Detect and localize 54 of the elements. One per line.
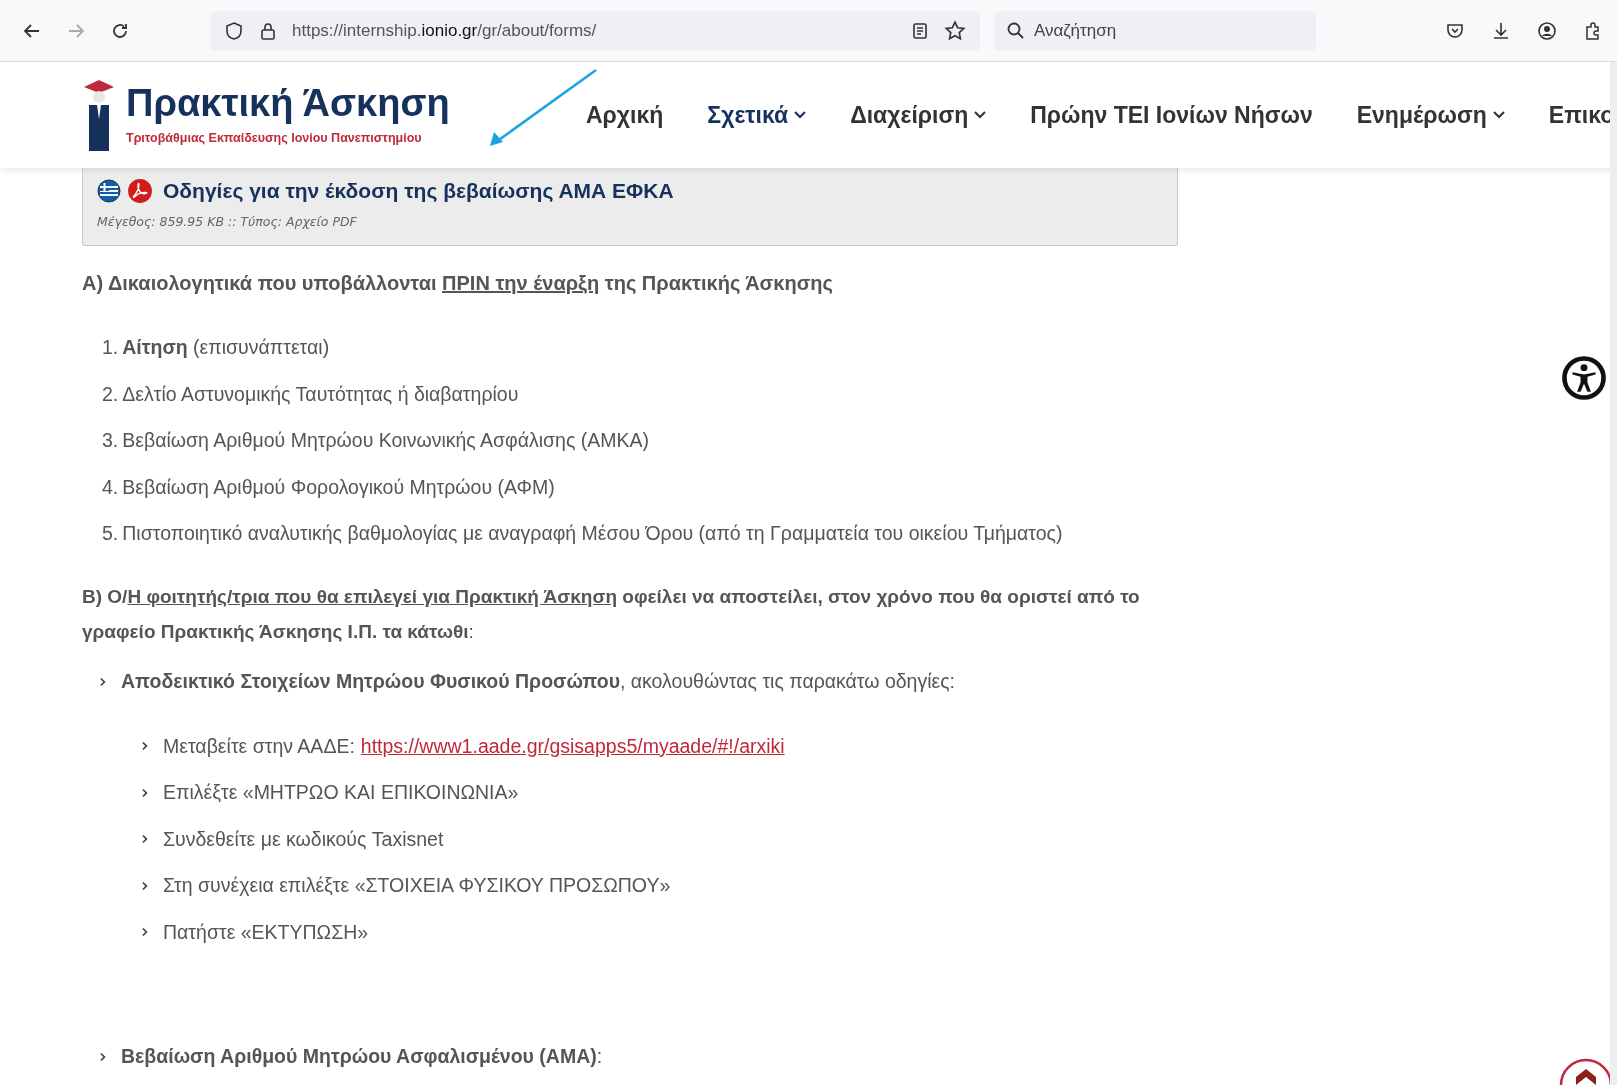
graduate-logo-icon[interactable] xyxy=(82,77,116,153)
greek-flag-icon xyxy=(97,179,121,203)
list-item-text: Βεβαίωση Αριθμού Μητρώου Ασφαλισμένου (ΑΜΑ): xyxy=(121,1045,603,1069)
search-icon xyxy=(1006,20,1026,41)
list-number: 3. xyxy=(102,429,119,453)
star-icon[interactable] xyxy=(944,19,966,42)
nav-link[interactable]: Σχετικά xyxy=(707,101,807,129)
nav-link[interactable]: Αρχική xyxy=(586,101,664,129)
nav-link[interactable]: Ενημέρωση xyxy=(1356,101,1505,129)
list-item-text: Πιστοποιητικό αναλυτικής βαθμολογίας με αναγραφή Μέσου Όρου (από τη Γραμματεία του οικείου Τμήματος) xyxy=(122,522,1063,546)
list-item-text: Βεβαίωση Αριθμού Φορολογικού Μητρώου (ΑΦΜ) xyxy=(122,475,555,500)
chevron-down-icon xyxy=(794,111,807,119)
list-item-text: Στη συνέχεια επιλέξτε «ΣΤΟΙΧΕΙΑ ΦΥΣΙΚΟΥ ΠΡΟΣΩΠΟΥ» xyxy=(163,874,671,898)
account-icon[interactable] xyxy=(1537,20,1557,41)
chevron-down-icon xyxy=(1492,111,1505,119)
chevron-down-icon xyxy=(974,111,987,119)
pdf-icon xyxy=(127,178,153,204)
site-subtitle: Τριτοβάθμιας Εκπαίδευσης Ιονίου Πανεπιστημίου xyxy=(126,131,423,145)
list-item-text: Δελτίο Αστυνομικής Ταυτότητας ή διαβατηρίου xyxy=(122,382,519,407)
shield-icon xyxy=(224,20,244,41)
section-heading: Β) Ο/Η φοιτητής/τρια που θα επιλεγεί για Πρακτική Άσκηση οφείλει να αποστείλει, στον χρόνο που θα οριστεί από το γραφείο Πρακτικής Άσκησης Ι.Π. τα κάτωθι: xyxy=(82,584,1141,644)
scrollbar[interactable] xyxy=(1610,62,1617,1085)
chevron-right-icon xyxy=(142,880,149,891)
list-number: 2. xyxy=(102,382,119,407)
list-item-text: Μεταβείτε στην ΑΑΔΕ: xyxy=(163,734,355,758)
list-number: 1. xyxy=(102,336,119,360)
section-heading: Α) Δικαιολογητικά που υποβάλλονται ΠΡΙΝ την έναρξη της Πρακτικής Άσκησης xyxy=(82,271,834,296)
chevron-right-icon xyxy=(142,787,149,798)
file-meta: Μέγεθος: 859.95 KB :: Τύπος: Αρχείο PDF xyxy=(97,214,358,229)
lock-icon xyxy=(258,20,278,41)
list-item-text: Αίτηση (επισυνάπτεται) xyxy=(122,336,330,360)
nav-link[interactable]: Πρώην ΤΕΙ Ιονίων Νήσων xyxy=(1030,101,1313,129)
file-link[interactable]: Οδηγίες για την έκδοση της βεβαίωσης ΑΜΑ ΕΦΚΑ xyxy=(163,179,674,203)
accessibility-icon[interactable] xyxy=(1561,355,1607,401)
download-icon[interactable] xyxy=(1491,20,1511,41)
list-number: 4. xyxy=(102,475,119,500)
site-title[interactable]: Πρακτική Άσκηση xyxy=(126,82,450,125)
chevron-right-icon xyxy=(142,927,149,938)
list-item-text: Συνδεθείτε με κωδικούς Taxisnet xyxy=(163,827,444,851)
list-item-text: Βεβαίωση Αριθμού Μητρώου Κοινωνικής Ασφάλισης (ΑΜΚΑ) xyxy=(122,429,650,453)
nav-link[interactable]: Διαχείριση xyxy=(850,101,987,129)
chevron-right-icon xyxy=(100,1051,107,1062)
list-number: 5. xyxy=(102,522,119,546)
chevron-right-icon xyxy=(142,834,149,845)
chevron-right-icon xyxy=(142,741,149,752)
list-item-text: Αποδεικτικό Στοιχείων Μητρώου Φυσικού Προσώπου, ακολουθώντας τις παρακάτω οδηγίες: xyxy=(121,670,956,694)
list-item-text: Επιλέξτε «ΜΗΤΡΩΟ ΚΑΙ ΕΠΙΚΟΙΝΩΝΙΑ» xyxy=(163,781,519,805)
list-item-text: Πατήστε «ΕΚΤΥΠΩΣΗ» xyxy=(163,920,369,944)
search-field[interactable]: Αναζήτηση xyxy=(994,10,1316,51)
reader-view-icon[interactable] xyxy=(910,20,930,41)
address-bar[interactable]: https://internship.ionio.gr/gr/about/forms/ xyxy=(210,10,980,51)
url-text: https://internship.ionio.gr/gr/about/forms/ xyxy=(292,20,598,41)
external-link[interactable]: https://www1.aade.gr/gsisapps5/myaade/#!/arxiki xyxy=(360,734,785,758)
chevron-right-icon xyxy=(100,676,107,687)
